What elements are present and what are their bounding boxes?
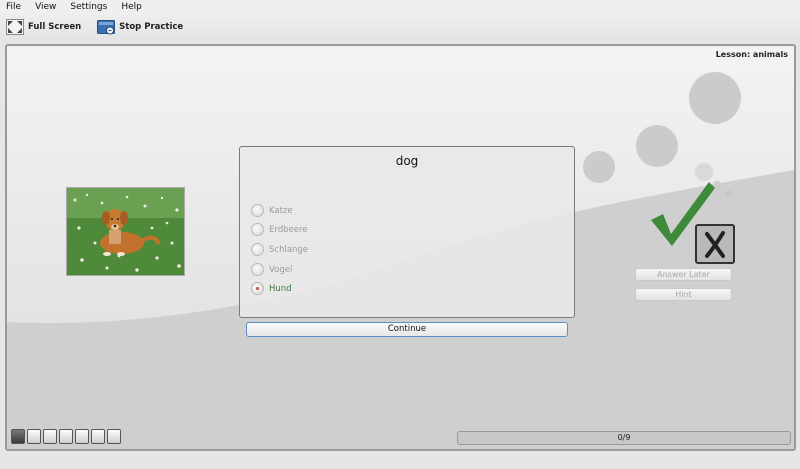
stack-cell — [43, 429, 57, 444]
menu-settings[interactable]: Settings — [70, 2, 107, 12]
fullscreen-icon — [6, 19, 24, 35]
radio-button[interactable] — [251, 263, 264, 276]
option-label: Hund — [269, 283, 292, 294]
option-hund[interactable]: Hund — [251, 282, 292, 295]
option-label: Vogel — [269, 264, 293, 275]
stack-cell — [59, 429, 73, 444]
stack-cell — [11, 429, 25, 444]
stop-practice-button[interactable]: Stop Practice — [95, 16, 185, 38]
menu-help[interactable]: Help — [121, 2, 142, 12]
option-label: Schlange — [269, 244, 309, 255]
radio-button[interactable] — [251, 243, 264, 256]
stack-cell — [75, 429, 89, 444]
question-image — [66, 187, 185, 276]
radio-button-selected[interactable] — [251, 282, 264, 295]
cross-icon-box — [695, 224, 735, 264]
option-erdbeere[interactable]: Erdbeere — [251, 223, 308, 236]
dog-image — [67, 188, 184, 275]
hint-button[interactable]: Hint — [635, 288, 732, 301]
stop-practice-icon — [97, 20, 116, 35]
stack-cell — [91, 429, 105, 444]
option-label: Katze — [269, 205, 293, 216]
progress-bar: 0/9 — [457, 431, 791, 445]
full-screen-button[interactable]: Full Screen — [4, 16, 83, 38]
question-word: dog — [395, 154, 419, 168]
option-schlange[interactable]: Schlange — [251, 243, 308, 256]
menubar: File View Settings Help — [0, 0, 800, 14]
radio-button[interactable] — [251, 204, 264, 217]
progress-text: 0/9 — [617, 433, 631, 442]
stop-practice-label: Stop Practice — [119, 22, 184, 32]
stack-cell — [27, 429, 41, 444]
continue-button[interactable]: Continue — [246, 322, 568, 337]
answer-later-button[interactable]: Answer Later — [635, 268, 732, 281]
cross-icon — [705, 231, 725, 258]
stack-cell — [107, 429, 121, 444]
menu-view[interactable]: View — [35, 2, 56, 12]
toolbar: Full Screen Stop Practice — [0, 14, 800, 40]
menu-file[interactable]: File — [6, 2, 21, 12]
radio-button[interactable] — [251, 223, 264, 236]
question-panel: dog Katze Erdbeere Schlange Vogel Hund — [239, 146, 575, 318]
option-label: Erdbeere — [269, 224, 308, 235]
full-screen-label: Full Screen — [28, 22, 82, 32]
card-stack — [11, 429, 121, 444]
option-katze[interactable]: Katze — [251, 204, 293, 217]
practice-area: Lesson: animals dog Katze Erdbeere Schla… — [5, 44, 796, 451]
lesson-label: Lesson: animals — [715, 50, 788, 59]
option-vogel[interactable]: Vogel — [251, 263, 292, 276]
